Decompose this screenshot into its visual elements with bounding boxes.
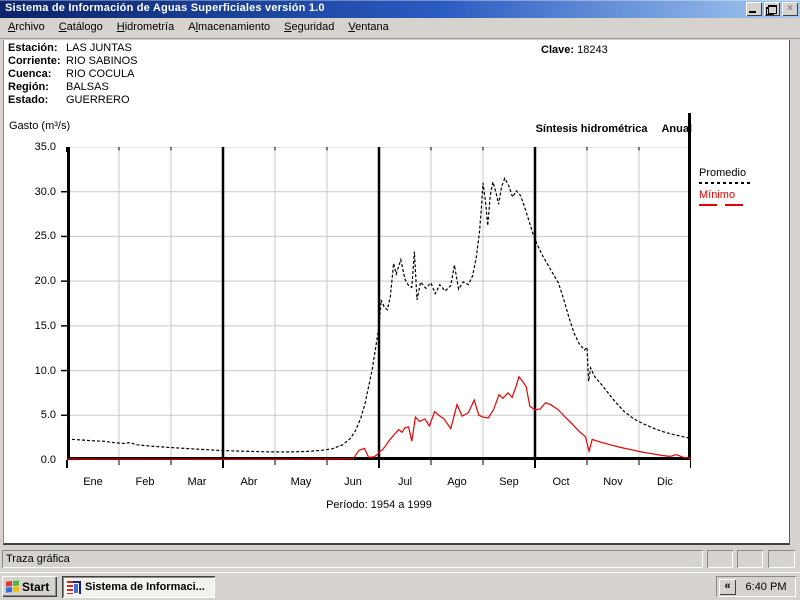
station-value: RIO COCULA (66, 68, 135, 80)
window-titlebar: Sistema de Información de Aguas Superfic… (0, 0, 800, 18)
y-axis-labels: 35.0 30.0 25.0 20.0 15.0 10.0 5.0 0.0 (12, 141, 60, 469)
chart-legend: Promedio Mínimo (699, 167, 789, 206)
status-pane (737, 550, 763, 568)
x-axis-labels: Ene Feb Mar Abr May Jun Jul Ago Sep Oct Nov Dic (67, 476, 691, 489)
x-tick-label: Sep (499, 476, 519, 488)
close-button[interactable]: × (782, 2, 798, 16)
restore-button[interactable] (764, 2, 780, 16)
windows-logo-icon (6, 579, 19, 593)
legend-promedio-line-icon (699, 182, 753, 184)
task-button-label: Sistema de Informaci... (85, 581, 205, 593)
station-value: RIO SABINOS (66, 55, 138, 67)
tray-chevron-button[interactable]: « (719, 578, 736, 595)
menu-item-catalogo[interactable]: Catálogo (52, 18, 110, 35)
station-label: Corriente: (8, 55, 61, 67)
x-tick-label: May (290, 476, 312, 488)
station-label: Estación: (8, 42, 58, 54)
system-tray: « 6:40 PM (716, 576, 796, 597)
y-tick-label: 0.0 (40, 454, 56, 466)
client-area: Estación: LAS JUNTAS Corriente: RIO SABINO… (3, 40, 790, 545)
station-label: Cuenca: (8, 68, 52, 80)
y-tick-label: 15.0 (34, 319, 56, 332)
station-row: Corriente: RIO SABINOS (8, 55, 138, 68)
station-row: Estación: LAS JUNTAS (8, 42, 132, 55)
x-tick-label: Ene (83, 476, 103, 488)
x-tick-label: Nov (603, 476, 623, 488)
legend-minimo-line-icon (699, 204, 747, 206)
statusbar: Traza gráfica (0, 545, 800, 572)
menu-item-seguridad[interactable]: Seguridad (277, 18, 341, 35)
menu-item-hidrometria[interactable]: Hidrometría (110, 18, 181, 35)
station-row: Cuenca: RIO COCULA (8, 68, 134, 81)
tray-clock[interactable]: 6:40 PM (736, 581, 796, 593)
menu-item-almacenamiento[interactable]: Almacenamiento (181, 18, 277, 35)
chart-plot (61, 146, 692, 469)
clave-field: Clave: 18243 (541, 44, 608, 56)
station-label: Estado: (8, 94, 49, 106)
clave-value: 18243 (577, 44, 608, 56)
x-tick-label: Oct (552, 476, 570, 488)
start-button-label: Start (22, 579, 50, 594)
x-tick-label: Jun (344, 476, 362, 488)
chart-title-text: Síntesis hidrométrica (535, 123, 648, 135)
menu-item-ventana[interactable]: Ventana (341, 18, 395, 35)
legend-minimo-label: Mínimo (699, 189, 736, 201)
window-title: Sistema de Información de Aguas Superfic… (5, 2, 325, 14)
chart-right-border (688, 113, 691, 149)
x-tick-label: Ago (447, 476, 467, 488)
clave-label: Clave: (541, 44, 575, 56)
x-tick-label: Mar (187, 476, 207, 488)
y-tick-label: 30.0 (34, 185, 56, 198)
taskbar: Start Sistema de Informaci... « 6:40 PM (0, 572, 800, 600)
y-tick-label: 20.0 (34, 275, 56, 288)
station-value: GUERRERO (66, 94, 130, 106)
status-text: Traza gráfica (2, 550, 703, 568)
menubar: Archivo Catálogo Hidrometría Almacenamiento… (0, 18, 800, 39)
y-axis-unit-label: Gasto (m³/s) (9, 120, 71, 132)
y-tick-label: 35.0 (34, 141, 56, 153)
station-label: Región: (8, 81, 49, 93)
legend-promedio-label: Promedio (699, 167, 747, 179)
x-tick-label: Abr (240, 476, 258, 488)
station-row: Región: BALSAS (8, 81, 109, 94)
y-tick-label: 10.0 (34, 364, 56, 377)
minimize-button[interactable] (746, 2, 762, 16)
y-tick-label: 25.0 (34, 230, 56, 243)
chart-plot-svg (61, 146, 692, 468)
station-value: BALSAS (66, 81, 109, 93)
menu-item-archivo[interactable]: Archivo (1, 18, 52, 35)
app-icon (67, 580, 81, 594)
desktop: Sistema de Información de Aguas Superfic… (0, 0, 800, 600)
station-value: LAS JUNTAS (66, 42, 132, 54)
station-row: Estado: GUERRERO (8, 94, 130, 107)
x-tick-label: Jul (397, 476, 413, 488)
taskbar-task-button[interactable]: Sistema de Informaci... (62, 576, 215, 598)
y-tick-label: 5.0 (40, 409, 56, 422)
start-button[interactable]: Start (2, 576, 57, 597)
chart-footer: Período: 1954 a 1999 (326, 499, 432, 511)
status-pane (707, 550, 733, 568)
chart-title: Síntesis hidrométrica Anual (384, 123, 692, 135)
minimize-icon (749, 11, 756, 13)
status-pane (768, 550, 795, 568)
x-tick-label: Feb (135, 476, 155, 488)
x-tick-label: Dic (657, 476, 673, 488)
